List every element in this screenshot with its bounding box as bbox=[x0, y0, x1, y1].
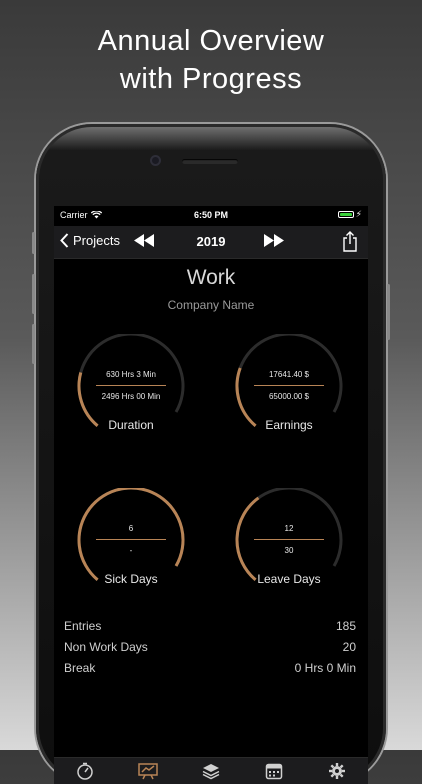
stat-label: Entries bbox=[64, 618, 102, 633]
stats-list: Entries 185 Non Work Days 20 Break 0 Hrs… bbox=[64, 615, 356, 678]
chart-icon bbox=[138, 763, 158, 780]
gauge-value: 17641.40 $ bbox=[268, 370, 310, 379]
next-year-icon[interactable] bbox=[264, 234, 284, 247]
gauge-divider bbox=[96, 385, 166, 386]
stat-value: 185 bbox=[335, 618, 356, 633]
share-icon[interactable] bbox=[342, 231, 358, 252]
power-button bbox=[387, 284, 390, 340]
gauge-label: Earnings bbox=[265, 418, 313, 432]
stat-row-entries: Entries 185 bbox=[64, 615, 356, 636]
project-title: Work bbox=[186, 266, 236, 289]
tab-calendar[interactable] bbox=[263, 760, 285, 782]
battery-icon bbox=[338, 211, 354, 218]
gauge-target: 65000.00 $ bbox=[268, 392, 310, 401]
gauge-divider bbox=[254, 539, 324, 540]
calendar-icon bbox=[265, 763, 283, 780]
gauge-value: 6 bbox=[128, 524, 134, 533]
volume-up-button bbox=[32, 274, 35, 314]
stat-row-break: Break 0 Hrs 0 Min bbox=[64, 657, 356, 678]
tab-overview[interactable] bbox=[137, 760, 159, 782]
phone-frame: Carrier 6:50 PM ⚡ Projects 2019 Work Com… bbox=[32, 124, 390, 784]
company-name: Company Name bbox=[167, 298, 255, 312]
volume-down-button bbox=[32, 324, 35, 364]
gauge-target: 30 bbox=[284, 546, 294, 555]
stat-value: 20 bbox=[342, 639, 356, 654]
speaker-grille bbox=[182, 159, 238, 164]
tab-timer[interactable] bbox=[74, 760, 96, 782]
gauge-label: Duration bbox=[108, 418, 154, 432]
gauge-progress bbox=[77, 488, 185, 581]
mute-switch bbox=[32, 232, 35, 254]
gauge-label: Leave Days bbox=[257, 572, 321, 586]
stat-label: Non Work Days bbox=[64, 639, 148, 654]
gauge-target: - bbox=[129, 546, 133, 555]
gauge-track bbox=[235, 334, 343, 427]
gauge-duration: 630 Hrs 3 Min 2496 Hrs 00 Min Duration bbox=[71, 334, 191, 444]
gauge-value: 12 bbox=[284, 524, 294, 533]
gauge-label: Sick Days bbox=[104, 572, 158, 586]
headline-line-2: with Progress bbox=[119, 63, 303, 95]
nav-bar: Projects 2019 bbox=[54, 226, 368, 259]
gauge-sick-days: 6 - Sick Days bbox=[71, 488, 191, 598]
tab-bar bbox=[54, 757, 368, 784]
gauge-divider bbox=[254, 385, 324, 386]
tab-projects[interactable] bbox=[200, 760, 222, 782]
headline: Annual Overview with Progress bbox=[0, 22, 422, 98]
camera-icon bbox=[150, 155, 161, 166]
stat-value: 0 Hrs 0 Min bbox=[294, 660, 356, 675]
headline-line-1: Annual Overview bbox=[97, 25, 325, 57]
stat-row-non-work-days: Non Work Days 20 bbox=[64, 636, 356, 657]
timer-icon bbox=[77, 762, 94, 780]
tab-settings[interactable] bbox=[326, 760, 348, 782]
status-bar: Carrier 6:50 PM ⚡ bbox=[54, 206, 368, 226]
year-label: 2019 bbox=[196, 234, 226, 249]
gauge-leave-days: 12 30 Leave Days bbox=[229, 488, 349, 598]
gauge-divider bbox=[96, 539, 166, 540]
app-screen: Carrier 6:50 PM ⚡ Projects 2019 Work Com… bbox=[54, 206, 368, 784]
charging-icon: ⚡ bbox=[355, 209, 362, 219]
stat-label: Break bbox=[64, 660, 96, 675]
gauge-target: 2496 Hrs 00 Min bbox=[101, 392, 161, 401]
status-time: 6:50 PM bbox=[193, 210, 228, 220]
gear-icon bbox=[328, 763, 345, 779]
gauge-value: 630 Hrs 3 Min bbox=[106, 370, 156, 379]
layers-icon bbox=[202, 764, 220, 780]
gauge-track bbox=[77, 334, 185, 427]
gauge-earnings: 17641.40 $ 65000.00 $ Earnings bbox=[229, 334, 349, 444]
